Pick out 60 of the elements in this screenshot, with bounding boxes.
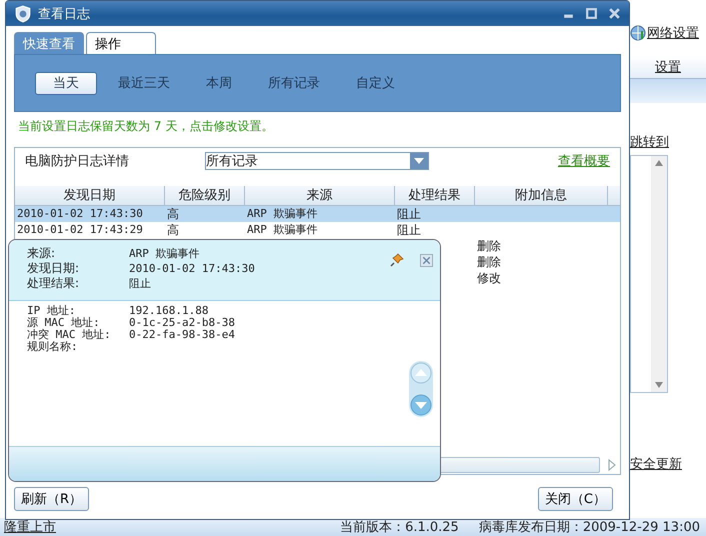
right-arrow-icon[interactable] [608,459,616,471]
field-label: 处理结果: [27,276,80,291]
scroll-up-icon[interactable] [655,160,663,166]
table-cell: ARP 欺骗事件 [247,207,318,220]
field-label: IP 地址: [27,305,76,317]
security-update-link[interactable]: 安全更新 [630,455,706,473]
network-settings-link[interactable]: 网络设置 [647,24,699,42]
scroll-up-button[interactable] [410,362,432,384]
table-cell: 2010-01-02 17:43:29 [17,223,143,236]
close-icon[interactable] [608,7,621,20]
field-value: ARP 欺骗事件 [129,246,200,261]
field-label: 来源: [27,246,56,261]
field-value: 2010-01-02 17:43:30 [129,261,255,276]
table-cell: 2010-01-02 17:43:30 [17,207,143,220]
shield-icon [14,4,32,22]
field-value: 阻止 [129,276,151,291]
tab[interactable]: 操作 [86,32,156,54]
table-cell: 阻止 [397,207,421,221]
field-value: 0-1c-25-a2-b8-38 [129,317,236,329]
column-header[interactable]: 发现日期 [15,186,165,205]
field-label: 发现日期: [27,261,80,276]
scroll-down-button[interactable] [410,394,432,416]
column-header[interactable]: 处理结果 [395,186,475,205]
virus-db-date: 病毒库发布日期：2009-12-29 13:00 [478,519,700,536]
field-value: 192.168.1.88 [129,305,210,317]
overview-link[interactable]: 查看概要 [558,152,610,170]
maximize-icon[interactable] [585,7,598,20]
range-button[interactable]: 最近三天 [103,72,185,94]
column-header[interactable]: 附加信息 [475,186,608,205]
column-header[interactable]: 来源 [245,186,395,205]
panel-label: 电脑防护日志详情 [25,153,130,170]
column-header[interactable]: 危险级别 [165,186,245,205]
table-row[interactable]: 2010-01-02 17:43:30 高 ARP 欺骗事件 阻止 [15,206,620,222]
pin-icon[interactable] [389,252,405,268]
field-label: 冲突 MAC 地址: [27,329,112,341]
refresh-button[interactable]: 刷新（R） [14,487,90,511]
version-text: 当前版本：6.1.0.25 [340,519,459,536]
range-button[interactable]: 当天 [35,72,97,94]
table-cell: 高 [167,207,179,221]
vertical-scrollbar[interactable] [651,156,667,392]
field-value: 0-22-fa-98-38-e4 [129,329,236,341]
range-button[interactable]: 本周 [191,72,247,94]
range-button[interactable]: 自定义 [341,72,410,94]
range-button[interactable]: 所有记录 [253,72,335,94]
jump-to-link[interactable]: 跳转到 [630,133,706,151]
close-button[interactable]: 关闭（C） [538,487,613,511]
scrollbar-thumb[interactable] [438,457,600,473]
table-cell: 阻止 [397,223,421,237]
retention-notice[interactable]: 当前设置日志保留天数为 7 天，点击修改设置。 [18,118,621,135]
scroll-down-icon[interactable] [655,382,663,388]
caret-icon [414,158,424,164]
field-label: 源 MAC 地址: [27,317,101,329]
filter-dropdown[interactable]: 所有记录 [205,152,429,170]
field-label: 规则名称: [27,341,79,353]
close-icon[interactable] [420,254,433,267]
table-row[interactable]: 2010-01-02 17:43:29 高 ARP 欺骗事件 阻止 [15,222,620,238]
window-title: 查看日志 [38,6,90,22]
table-cell: ARP 欺骗事件 [247,223,318,236]
promo-link[interactable]: 隆重上市 [4,518,56,536]
table-cell: 高 [167,223,179,237]
